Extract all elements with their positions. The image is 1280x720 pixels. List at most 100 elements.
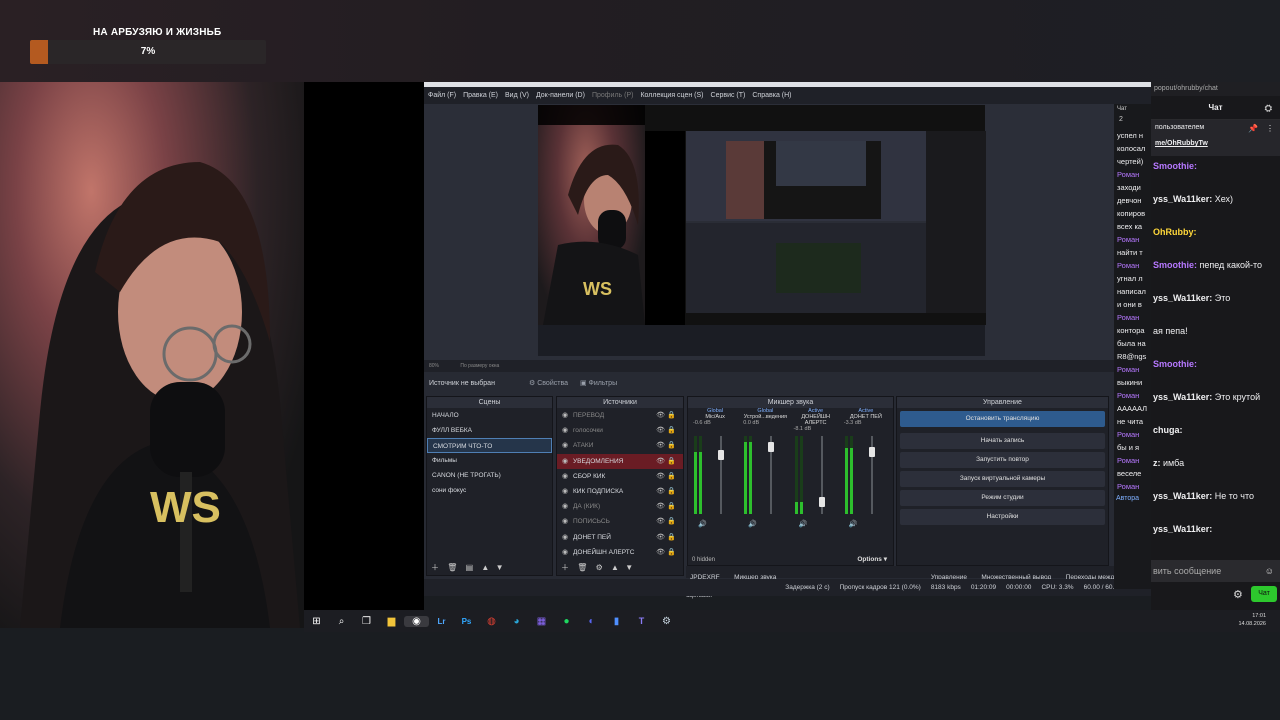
visibility-icon[interactable]: 👁 <box>656 438 665 453</box>
chat-message[interactable]: yss_Wa11ker: Не то что <box>1151 489 1280 522</box>
teams-icon[interactable]: T <box>629 616 654 626</box>
visibility-icon[interactable]: 👁 <box>656 514 665 529</box>
scene-item[interactable]: СМОТРИМ ЧТО-ТО <box>427 438 552 453</box>
visibility-icon[interactable]: 👁 <box>656 484 665 499</box>
lock-icon[interactable]: 🔒 <box>667 484 676 499</box>
obs-icon[interactable]: ◉ <box>404 615 429 627</box>
chat-username[interactable]: yss_Wa11ker: <box>1153 293 1212 303</box>
visibility-icon[interactable]: 👁 <box>656 530 665 545</box>
visibility-icon[interactable]: 👁 <box>656 454 665 469</box>
control-button[interactable]: Остановить трансляцию <box>900 411 1105 427</box>
volume-fader[interactable] <box>720 436 722 514</box>
apps-icon[interactable]: ▦ <box>529 616 554 627</box>
spotify-icon[interactable]: ● <box>554 616 579 627</box>
source-up-icon[interactable]: ▲ <box>611 563 619 572</box>
visibility-icon[interactable]: 👁 <box>656 469 665 484</box>
source-item[interactable]: ◉ УВЕДОМЛЕНИЯ 👁 🔒 <box>557 453 683 469</box>
chat-message[interactable]: yss_Wa11ker: Хех) <box>1151 192 1280 225</box>
scene-item[interactable]: сони фокус <box>427 483 552 498</box>
task-view-icon[interactable]: ❐ <box>354 616 379 627</box>
remove-source-icon[interactable]: 🗑 <box>577 563 587 572</box>
fader-knob[interactable] <box>818 497 825 508</box>
channel-name[interactable]: ДОНЕЙШН АЛЕРТС <box>791 414 841 426</box>
visibility-icon[interactable]: 👁 <box>656 499 665 514</box>
scene-item[interactable]: Фильмы <box>427 453 552 468</box>
move-up-icon[interactable]: ▲ <box>481 563 489 572</box>
add-scene-button[interactable]: ＋ <box>431 563 439 572</box>
source-item[interactable]: ◉ ДА (КИК) 👁 🔒 <box>557 499 683 514</box>
source-settings-icon[interactable]: ⚙ <box>596 563 603 572</box>
chart-app-icon[interactable]: ▮ <box>604 616 629 627</box>
chat-message[interactable]: yss_Wa11ker: <box>1151 522 1280 555</box>
steam-icon[interactable]: ⚙ <box>654 616 679 627</box>
chat-message[interactable]: yss_Wa11ker: Это крутой <box>1151 390 1280 423</box>
chat-username[interactable]: z: <box>1153 458 1161 468</box>
chat-message[interactable]: ая пепа! <box>1151 324 1280 357</box>
chat-username[interactable]: OhRubby: <box>1153 227 1197 237</box>
chat-message[interactable]: Smoothie: <box>1151 159 1280 192</box>
control-button[interactable]: Начать запись <box>900 433 1105 449</box>
chat-username[interactable]: yss_Wa11ker: <box>1153 194 1212 204</box>
menu-scene-collection[interactable]: Коллекция сцен (S) <box>640 92 703 99</box>
menu-view[interactable]: Вид (V) <box>505 92 529 99</box>
fader-knob[interactable] <box>768 441 775 452</box>
chat-username[interactable]: Smoothie: <box>1153 359 1197 369</box>
chat-send-button[interactable]: Чат <box>1251 586 1277 602</box>
menu-profile[interactable]: Профиль (P) <box>592 92 634 99</box>
menu-docks[interactable]: Док-панели (D) <box>536 92 585 99</box>
source-item[interactable]: ◉ СБОР КИК 👁 🔒 <box>557 469 683 484</box>
control-button[interactable]: Настройки <box>900 509 1105 525</box>
visibility-icon[interactable]: 👁 <box>656 545 665 560</box>
chat-settings-icon[interactable]: ⚙ <box>1233 588 1243 601</box>
edge-icon[interactable]: ◕ <box>504 616 529 627</box>
control-button[interactable]: Запуск виртуальной камеры <box>900 471 1105 487</box>
discord-icon[interactable]: ◐ <box>579 616 604 627</box>
search-icon[interactable]: ⌕ <box>329 616 354 627</box>
chat-message[interactable]: Smoothie: <box>1151 357 1280 390</box>
mute-icon[interactable]: 🔊 <box>799 520 808 528</box>
control-button[interactable]: Запустить повтор <box>900 452 1105 468</box>
lock-icon[interactable]: 🔒 <box>667 423 676 438</box>
menu-tools[interactable]: Сервис (T) <box>711 92 746 99</box>
preview-fit[interactable]: По размеру окна <box>460 363 499 369</box>
mute-icon[interactable]: 🔊 <box>748 520 757 528</box>
mixer-options-button[interactable]: Options ▾ <box>857 555 887 563</box>
pinned-link[interactable]: me/OhRubbyTw <box>1155 140 1276 147</box>
source-item[interactable]: ◉ ДОНЕТ ПЕЙ 👁 🔒 <box>557 530 683 545</box>
more-icon[interactable]: ⋮ <box>1266 124 1274 133</box>
lock-icon[interactable]: 🔒 <box>667 545 676 560</box>
lock-icon[interactable]: 🔒 <box>667 438 676 453</box>
chat-message[interactable]: z: имба <box>1151 456 1280 489</box>
chat-message[interactable]: Smoothie: пепед какой-то <box>1151 258 1280 291</box>
visibility-icon[interactable]: 👁 <box>656 408 665 423</box>
source-item[interactable]: ◉ ПОПИСЬСЬ 👁 🔒 <box>557 514 683 529</box>
windows-icon[interactable]: ⊞ <box>304 616 329 627</box>
scene-item[interactable]: ФУЛЛ ВЕБКА <box>427 423 552 438</box>
taskbar-clock[interactable]: 17:01 14.08.2026 <box>1238 612 1266 628</box>
lock-icon[interactable]: 🔒 <box>667 530 676 545</box>
visibility-icon[interactable]: 👁 <box>656 423 665 438</box>
fader-knob[interactable] <box>718 450 724 461</box>
chat-username[interactable]: Smoothie: <box>1153 260 1197 270</box>
scene-item[interactable]: НАЧАЛО <box>427 408 552 423</box>
lock-icon[interactable]: 🔒 <box>667 454 676 469</box>
fader-knob[interactable] <box>868 446 875 457</box>
source-down-icon[interactable]: ▼ <box>625 563 633 572</box>
chat-message[interactable]: OhRubby: <box>1151 225 1280 258</box>
add-source-button[interactable]: ＋ <box>561 563 569 572</box>
chat-users-icon[interactable]: ⛭ <box>1265 96 1272 120</box>
remove-scene-icon[interactable]: 🗑 <box>447 563 457 572</box>
pin-icon[interactable]: 📌 <box>1248 124 1258 133</box>
mute-icon[interactable]: 🔊 <box>849 520 858 528</box>
menu-edit[interactable]: Правка (E) <box>463 92 498 99</box>
chat-input[interactable]: вить сообщение ☺ <box>1151 560 1280 582</box>
lock-icon[interactable]: 🔒 <box>667 499 676 514</box>
scene-item[interactable]: CANON (НЕ ТРОГАТЬ) <box>427 468 552 483</box>
chrome-icon[interactable]: ◍ <box>479 616 504 627</box>
pinned-message[interactable]: пользователем me/OhRubbyTw 📌 ⋮ <box>1151 120 1280 156</box>
lock-icon[interactable]: 🔒 <box>667 514 676 529</box>
chat-username[interactable]: chuga: <box>1153 425 1183 435</box>
source-item[interactable]: ◉ ПЕРЕВОД 👁 🔒 <box>557 408 683 423</box>
photoshop-icon[interactable]: Ps <box>454 617 479 626</box>
mute-icon[interactable]: 🔊 <box>698 520 707 528</box>
